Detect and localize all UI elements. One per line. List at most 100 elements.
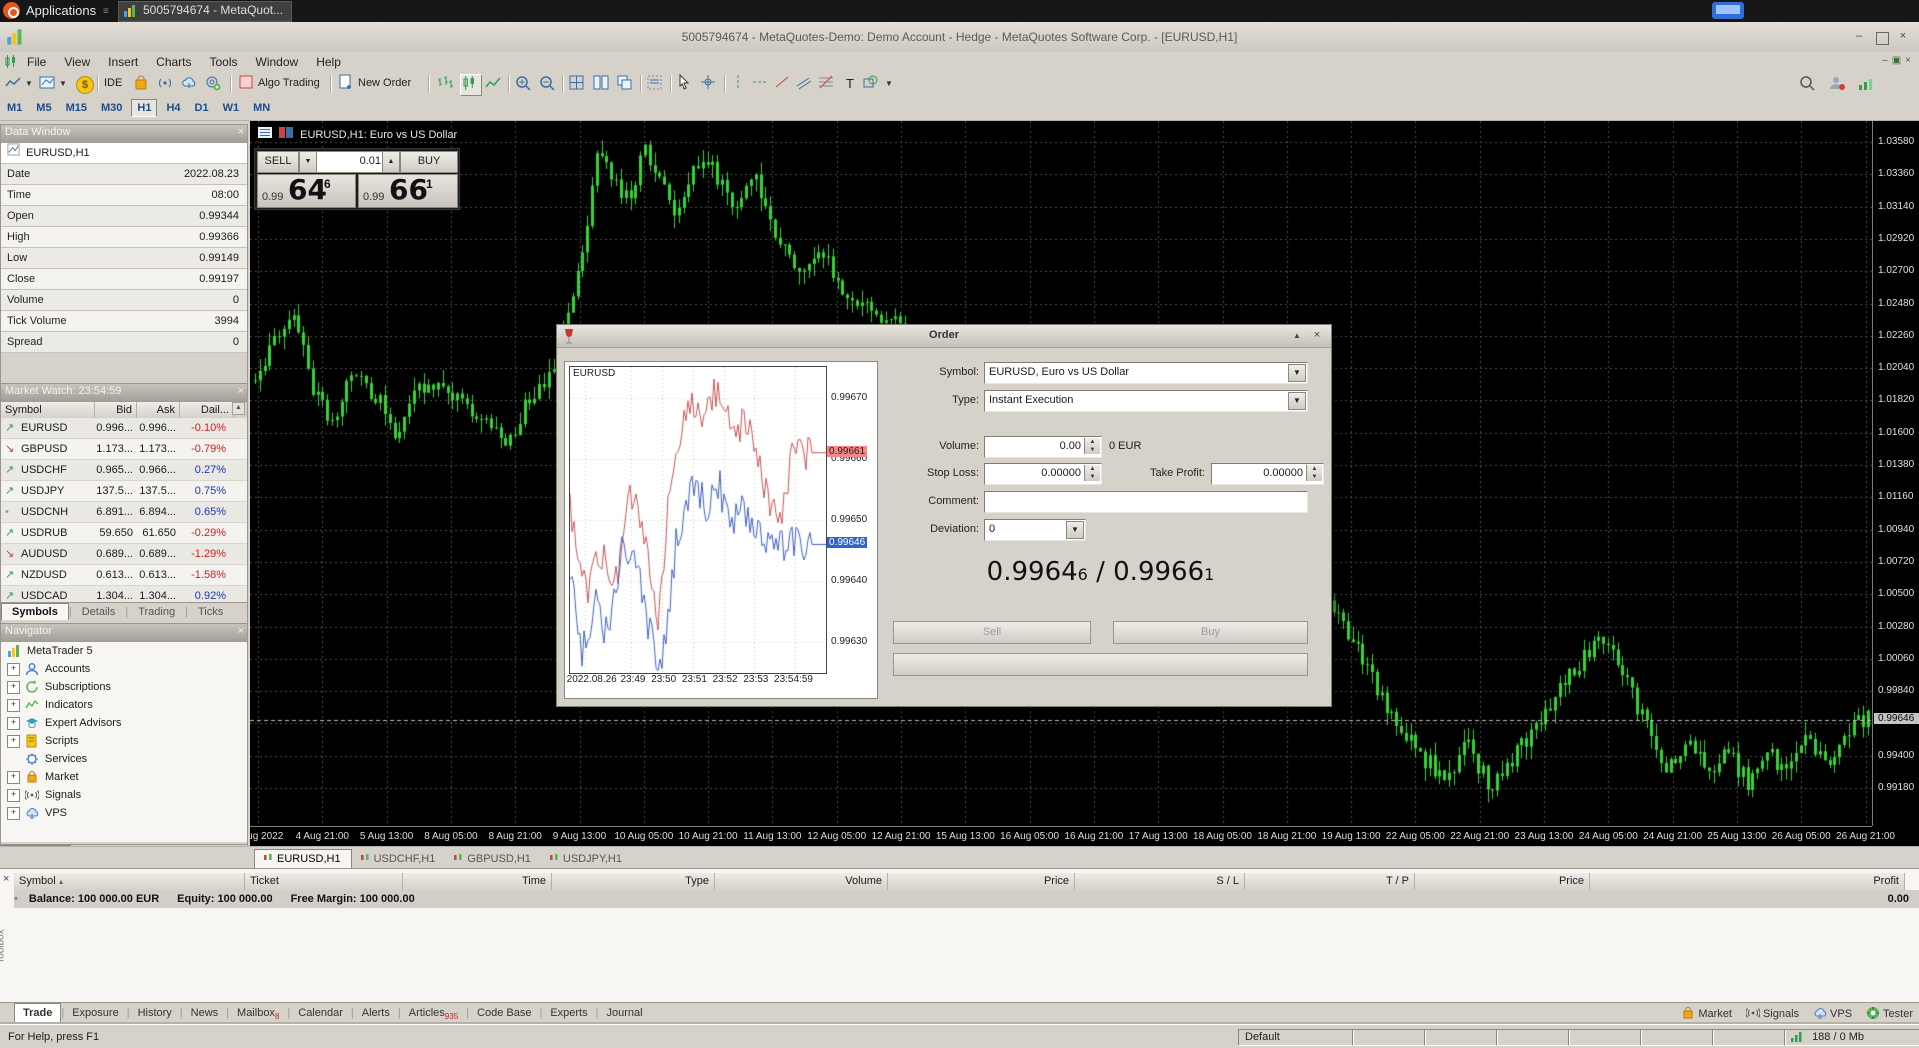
tab-details[interactable]: Details [72, 604, 126, 620]
zoom-in-icon[interactable] [514, 74, 534, 94]
chart-profile-icon[interactable] [38, 74, 58, 94]
chart-tab-gbpusdh1[interactable]: GBPUSD,H1 [445, 850, 541, 868]
tab-symbols[interactable]: Symbols [1, 603, 69, 620]
fibonacci-tool-icon[interactable] [818, 74, 838, 94]
cascade-windows-icon[interactable] [616, 74, 636, 94]
volume-spinner[interactable]: ▲▼ [1084, 438, 1100, 454]
take-profit-spinner[interactable]: ▲▼ [1306, 465, 1322, 481]
tile-windows-icon[interactable] [592, 74, 612, 94]
shortcut-vps[interactable]: VPS [1813, 1006, 1852, 1020]
vertical-line-tool-icon[interactable] [730, 74, 750, 94]
minimize-button[interactable]: – [1851, 30, 1867, 44]
expand-icon[interactable]: + [7, 735, 20, 748]
market-watch-row[interactable]: ↗USDJPY137.5...137.5...0.75% [1, 481, 247, 502]
market-watch-header[interactable]: Market Watch: 23:54:59× [1, 384, 247, 402]
line-chart-mode-icon[interactable] [484, 74, 504, 94]
new-order-button[interactable]: New Order [358, 77, 411, 89]
stop-loss-spinner[interactable]: ▲▼ [1084, 465, 1100, 481]
market-watch-column-dail[interactable]: Dail... [180, 402, 234, 418]
market-watch-column-ask[interactable]: Ask [137, 402, 180, 418]
bar-chart-mode-icon[interactable] [436, 74, 456, 94]
community-account-icon[interactable] [1828, 74, 1848, 94]
deviation-dropdown-icon[interactable]: ▼ [1066, 521, 1084, 539]
channel-tool-icon[interactable] [796, 74, 816, 94]
scroll-up-icon[interactable]: ▲ [232, 402, 245, 415]
navigator-item-metatrader5[interactable]: MetaTrader 5 [1, 642, 247, 660]
toolbox-close-icon[interactable]: × [3, 873, 9, 885]
toolbox-column-symbol[interactable]: Symbol ▲ [14, 873, 245, 891]
dialog-close-icon[interactable]: × [1309, 329, 1325, 343]
applications-menu[interactable]: Applications [26, 3, 96, 18]
navigator-item-services[interactable]: Services [1, 750, 247, 768]
depth-of-market-icon[interactable] [258, 127, 272, 138]
timeframe-mn[interactable]: MN [248, 100, 275, 116]
one-click-buy-tab[interactable]: BUY [400, 151, 458, 173]
vps-cloud-icon[interactable] [180, 74, 200, 94]
timeframe-h4[interactable]: H4 [161, 100, 185, 116]
toolbox-tab-exposure[interactable]: Exposure [64, 1004, 126, 1022]
shortcut-signals[interactable]: Signals [1746, 1006, 1799, 1020]
cursor-icon[interactable] [676, 74, 696, 94]
navigator-close-icon[interactable]: × [238, 625, 244, 637]
connection-status-icon[interactable] [1858, 74, 1878, 94]
taskbar-window-button[interactable]: 5005794674 - MetaQuot... [118, 1, 292, 22]
timeframe-m5[interactable]: M5 [31, 100, 56, 116]
one-click-volume-input[interactable]: 0.01 [316, 151, 386, 173]
display-icon[interactable] [1712, 2, 1744, 19]
market-watch-row[interactable]: •USDCNH6.891...6.894...0.65% [1, 502, 247, 523]
horizontal-line-tool-icon[interactable] [752, 74, 772, 94]
market-watch-column-bid[interactable]: Bid [95, 402, 137, 418]
toolbox-tab-mailbox[interactable]: Mailbox8 [229, 1004, 287, 1024]
chart-tab-eurusdh1[interactable]: EURUSD,H1 [254, 849, 352, 868]
expand-icon[interactable]: + [7, 699, 20, 712]
mql5-community-icon[interactable] [204, 74, 224, 94]
toolbox-tab-journal[interactable]: Journal [598, 1004, 650, 1022]
navigator-item-subscriptions[interactable]: +Subscriptions [1, 678, 247, 696]
market-watch-row[interactable]: ↘GBPUSD1.173...1.173...-0.79% [1, 439, 247, 460]
shortcut-tester[interactable]: Tester [1866, 1006, 1913, 1020]
menu-charts[interactable]: Charts [147, 52, 200, 72]
balance-row[interactable]: • Balance: 100 000.00 EUREquity: 100 000… [14, 890, 1919, 908]
objects-caret-icon[interactable]: ▼ [884, 74, 894, 94]
buy-button[interactable]: Buy [1113, 621, 1308, 644]
market-watch-column-symbol[interactable]: Symbol [1, 402, 95, 418]
mdi-window-controls[interactable]: –▣× [1882, 55, 1915, 66]
maximize-button[interactable] [1876, 32, 1889, 45]
volume-down-icon[interactable]: ▼ [299, 151, 317, 173]
menu-help[interactable]: Help [307, 52, 350, 72]
dialog-collapse-icon[interactable]: ▲ [1289, 329, 1305, 343]
data-window-header[interactable]: Data Window× [1, 125, 247, 143]
toolbox-column-time[interactable]: Time [403, 873, 552, 891]
ubuntu-logo-icon[interactable] [3, 2, 20, 19]
navigator-item-vps[interactable]: +VPS [1, 804, 247, 822]
tab-ticks[interactable]: Ticks [188, 604, 233, 620]
toolbox-column-type[interactable]: Type [552, 873, 715, 891]
shortcut-market[interactable]: Market [1681, 1006, 1732, 1020]
navigator-item-market[interactable]: +Market [1, 768, 247, 786]
market-watch-close-icon[interactable]: × [238, 385, 244, 397]
trendline-tool-icon[interactable] [774, 74, 794, 94]
menu-window[interactable]: Window [247, 52, 308, 72]
market-watch-row[interactable]: ↘AUDUSD0.689...0.689...-1.29% [1, 544, 247, 565]
expand-icon[interactable]: + [7, 807, 20, 820]
expand-icon[interactable]: + [7, 717, 20, 730]
timeframe-m15[interactable]: M15 [61, 100, 92, 116]
market-watch-row[interactable]: ↗USDRUB59.65061.650-0.29% [1, 523, 247, 544]
menu-view[interactable]: View [55, 52, 99, 72]
volume-up-icon[interactable]: ▲ [382, 151, 400, 173]
close-button[interactable]: × [1895, 30, 1911, 44]
chart-type-caret-icon[interactable]: ▼ [24, 74, 34, 94]
toolbox-column-sl[interactable]: S / L [1075, 873, 1245, 891]
toolbox-column-profit[interactable]: Profit [1590, 873, 1905, 891]
toolbox-tab-news[interactable]: News [183, 1004, 227, 1022]
market-watch-row[interactable]: ↗USDCHF0.965...0.966...0.27% [1, 460, 247, 481]
expand-icon[interactable]: + [7, 789, 20, 802]
toolbox-tab-trade[interactable]: Trade [14, 1003, 61, 1022]
one-click-sell-tab[interactable]: SELL [257, 151, 299, 173]
toolbox-column-price[interactable]: Price [1415, 873, 1590, 891]
one-click-trading-icon[interactable] [279, 127, 293, 138]
navigator-item-indicators[interactable]: +Indicators [1, 696, 247, 714]
timeframe-h1[interactable]: H1 [131, 99, 157, 117]
expand-icon[interactable]: + [7, 681, 20, 694]
deviation-select[interactable]: 0▼ [984, 519, 1086, 541]
